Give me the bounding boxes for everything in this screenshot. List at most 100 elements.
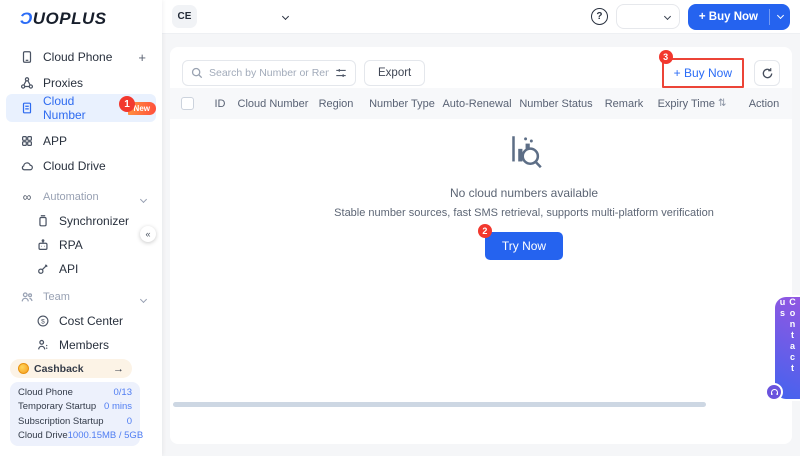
sidebar-section-label: Automation [43,191,99,203]
empty-state: No cloud numbers available Stable number… [256,133,792,260]
search-box[interactable] [182,60,356,86]
filter-sliders-icon[interactable] [335,67,347,79]
export-button[interactable]: Export [364,60,425,86]
cashback-banner[interactable]: Cashback → [10,359,132,378]
column-header-id: ID [204,98,236,110]
sidebar-item-label: Cloud Drive [43,159,106,173]
topbar-buy-now-split-button: + Buy Now [688,4,790,30]
app-root: ƆUOPLUS Cloud Phone + Proxies Cloud Numb… [0,0,800,456]
refresh-button[interactable] [754,60,780,86]
arrow-right-icon: → [113,363,124,375]
usage-stats-panel: Cloud Phone 0/13 Temporary Startup 0 min… [10,382,140,446]
column-label: Expiry Time [658,98,715,110]
main-content: Export + Buy Now 3 ID Cloud Number Regio… [162,34,800,456]
annotation-step-3: 3 [659,50,673,64]
sidebar-section-team[interactable]: Team [0,284,162,310]
column-label: Number Status [519,98,592,110]
api-icon [36,262,50,276]
column-label: Remark [605,98,644,110]
stat-label: Cloud Drive [18,429,68,442]
workspace-dropdown[interactable] [197,14,292,19]
chevron-down-icon [664,13,671,20]
sidebar-item-proxies[interactable]: Proxies [0,70,162,96]
column-label: Cloud Number [238,98,309,110]
search-input[interactable] [209,67,329,79]
add-cloud-phone-button[interactable]: + [138,50,146,65]
empty-state-subtitle: Stable number sources, fast SMS retrieva… [256,207,792,219]
contact-chat-button[interactable] [765,383,783,401]
coin-icon [18,363,29,374]
sort-icon[interactable]: ⇅ [718,98,726,109]
topbar: CE ? + Buy Now [162,0,800,34]
select-all-checkbox[interactable] [181,97,194,110]
buy-now-caret-button[interactable] [770,4,790,30]
language-dropdown[interactable] [616,4,680,29]
annotation-step-2: 2 [478,224,492,238]
column-header-expiry-time[interactable]: Expiry Time ⇅ [648,98,736,110]
buy-now-link[interactable]: + Buy Now [674,66,732,80]
sidebar-item-app[interactable]: APP [0,128,162,154]
app-grid-icon [20,134,34,148]
buy-now-highlight-box: + Buy Now 3 [662,58,744,88]
automation-icon: ∞ [20,190,34,204]
column-label: ID [215,98,226,110]
sidebar-item-members[interactable]: Members [0,332,162,358]
logo-text: UOPLUS [33,9,107,28]
stat-row-cloud-drive: Cloud Drive 1000.15MB / 5GB [18,429,132,442]
stat-row-temporary-startup: Temporary Startup 0 mins [18,400,132,413]
sidebar-section-automation[interactable]: ∞ Automation [0,184,162,210]
sidebar-item-api[interactable]: API [0,256,162,282]
sidebar-item-label: API [59,262,78,276]
column-label: Region [319,98,354,110]
table-header-row: ID Cloud Number Region Number Type Auto-… [170,88,792,119]
collapse-icon: « [145,229,150,239]
stat-row-cloud-phone: Cloud Phone 0/13 [18,386,132,399]
column-header-action: Action [736,98,792,110]
stat-value: 0 [127,415,132,428]
sidebar-item-label: Cost Center [59,314,123,328]
horizontal-scrollbar[interactable] [173,402,706,407]
stat-row-subscription-startup: Subscription Startup 0 [18,415,132,428]
sidebar-item-label: Proxies [43,76,83,90]
column-header-number-status: Number Status [512,98,600,110]
column-header-cloud-number: Cloud Number [236,98,310,110]
synchronizer-icon [36,214,50,228]
stat-value: 1000.15MB / 5GB [68,429,144,442]
sidebar-item-cost-center[interactable]: $ Cost Center [0,308,162,334]
sidebar-item-label: APP [43,134,67,148]
sidebar-item-rpa[interactable]: RPA [0,232,162,258]
sidebar-item-label: Cloud Number [43,94,117,122]
chevron-down-icon [141,290,146,305]
table-toolbar: Export + Buy Now 3 [182,59,780,87]
sidebar-item-label: Synchronizer [59,214,129,228]
sidebar-item-label: Cloud Phone [43,50,112,64]
empty-search-chart-icon [503,133,545,176]
help-button[interactable]: ? [591,8,608,25]
stat-label: Cloud Phone [18,386,73,399]
cloud-number-card: Export + Buy Now 3 ID Cloud Number Regio… [170,47,792,444]
topbar-right-group: ? + Buy Now [591,4,790,30]
toolbar-right-group: + Buy Now 3 [662,58,780,88]
column-label: Action [749,98,780,110]
sidebar-item-synchronizer[interactable]: Synchronizer [0,208,162,234]
cloud-phone-icon [20,50,34,64]
sidebar-section-label: Team [43,291,70,303]
duoplus-logo: ƆUOPLUS [20,9,107,29]
buy-now-button[interactable]: + Buy Now [688,4,769,30]
sidebar-collapse-button[interactable]: « [140,226,156,242]
stat-label: Subscription Startup [18,415,104,428]
cloud-number-icon [20,101,34,115]
sidebar-item-cloud-phone[interactable]: Cloud Phone + [0,44,162,70]
sidebar-item-cloud-drive[interactable]: Cloud Drive [0,153,162,179]
chevron-down-icon [776,12,783,19]
rpa-robot-icon [36,238,50,252]
column-header-region: Region [310,98,362,110]
stat-value: 0/13 [114,386,133,399]
chevron-down-icon [282,13,289,20]
workspace-badge[interactable]: CE [172,5,197,28]
try-now-button[interactable]: Try Now [485,232,563,260]
select-all-cell [170,97,204,110]
search-icon [191,67,203,79]
column-header-remark: Remark [600,98,648,110]
column-label: Number Type [369,98,435,110]
